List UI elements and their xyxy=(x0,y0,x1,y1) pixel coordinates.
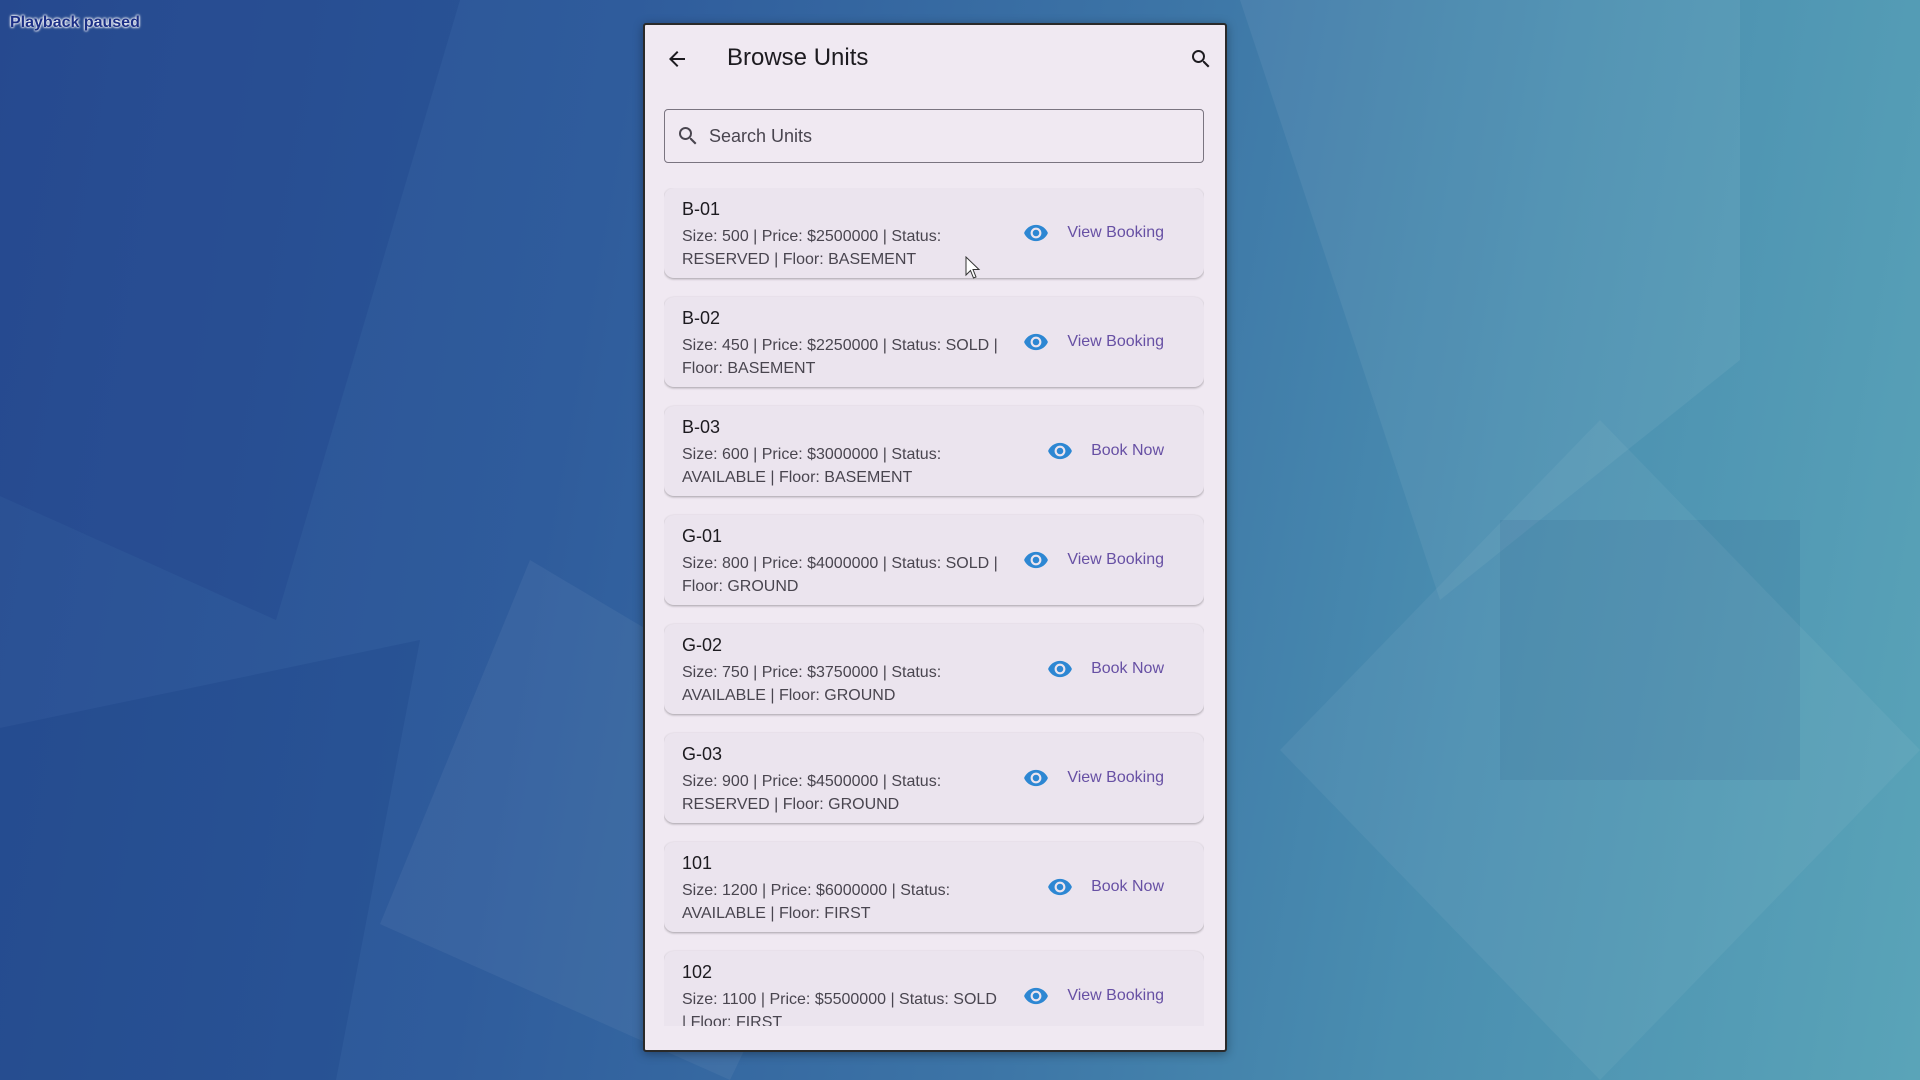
unit-details: Size: 800 | Price: $4000000 | Status: SO… xyxy=(682,555,998,595)
search-icon xyxy=(675,123,701,149)
unit-card[interactable]: B-03 Size: 600 | Price: $3000000 | Status… xyxy=(664,406,1204,496)
search-input[interactable] xyxy=(709,110,1189,162)
mouse-cursor xyxy=(965,256,981,279)
unit-card[interactable]: B-01 Size: 500 | Price: $2500000 | Status… xyxy=(664,188,1204,278)
back-button[interactable] xyxy=(657,39,697,79)
view-details-button[interactable] xyxy=(1019,216,1053,250)
view-details-button[interactable] xyxy=(1043,652,1077,686)
unit-name: G-01 xyxy=(682,526,723,546)
unit-name: B-03 xyxy=(682,417,721,437)
arrow-left-icon xyxy=(669,51,685,67)
unit-actions: Book Now xyxy=(1043,652,1164,686)
unit-name: G-02 xyxy=(682,635,723,655)
view-details-button[interactable] xyxy=(1043,434,1077,468)
eye-icon xyxy=(1048,660,1072,678)
app-window: Browse Units B-01 Size: 500 | Price: $250… xyxy=(643,23,1227,1052)
unit-actions: View Booking xyxy=(1019,543,1164,577)
eye-icon xyxy=(1024,333,1049,351)
eye-icon xyxy=(1024,551,1049,569)
unit-actions: View Booking xyxy=(1019,761,1164,795)
view-booking-button[interactable]: View Booking xyxy=(1067,769,1164,787)
book-now-button[interactable]: Book Now xyxy=(1091,878,1164,896)
unit-details: Size: 900 | Price: $4500000 | Status: RE… xyxy=(682,773,942,813)
search-icon xyxy=(1192,50,1210,68)
view-booking-button[interactable]: View Booking xyxy=(1067,987,1164,1005)
unit-card[interactable]: G-01 Size: 800 | Price: $4000000 | Status… xyxy=(664,515,1204,605)
view-details-button[interactable] xyxy=(1019,325,1053,359)
eye-icon xyxy=(1024,769,1049,787)
view-details-button[interactable] xyxy=(1019,979,1053,1013)
unit-actions: Book Now xyxy=(1043,434,1164,468)
view-details-button[interactable] xyxy=(1019,543,1053,577)
unit-card[interactable]: 102 Size: 1100 | Price: $5500000 | Status… xyxy=(664,951,1204,1026)
unit-card[interactable]: G-02 Size: 750 | Price: $3750000 | Status… xyxy=(664,624,1204,714)
unit-card[interactable]: 101 Size: 1200 | Price: $6000000 | Status… xyxy=(664,842,1204,932)
page-title: Browse Units xyxy=(727,44,869,71)
unit-name: B-02 xyxy=(682,308,721,328)
unit-details: Size: 1200 | Price: $6000000 | Status: A… xyxy=(682,882,951,922)
eye-icon xyxy=(1024,987,1049,1005)
units-list[interactable]: B-01 Size: 500 | Price: $2500000 | Status… xyxy=(664,188,1204,1026)
unit-name: 102 xyxy=(682,962,713,982)
search-button[interactable] xyxy=(1181,39,1221,79)
unit-actions: View Booking xyxy=(1019,325,1164,359)
unit-details: Size: 450 | Price: $2250000 | Status: SO… xyxy=(682,337,998,377)
view-booking-button[interactable]: View Booking xyxy=(1067,551,1164,569)
search-field[interactable] xyxy=(664,109,1204,163)
view-details-button[interactable] xyxy=(1043,870,1077,904)
eye-icon xyxy=(1048,878,1072,896)
unit-card[interactable]: B-02 Size: 450 | Price: $2250000 | Status… xyxy=(664,297,1204,387)
eye-icon xyxy=(1024,224,1049,242)
unit-actions: View Booking xyxy=(1019,979,1164,1013)
view-booking-button[interactable]: View Booking xyxy=(1067,224,1164,242)
unit-name: 101 xyxy=(682,853,713,873)
unit-name: B-01 xyxy=(682,199,721,219)
unit-details: Size: 1100 | Price: $5500000 | Status: S… xyxy=(682,991,997,1026)
unit-actions: View Booking xyxy=(1019,216,1164,250)
unit-details: Size: 750 | Price: $3750000 | Status: AV… xyxy=(682,664,942,704)
app-bar: Browse Units xyxy=(645,25,1225,93)
unit-details: Size: 500 | Price: $2500000 | Status: RE… xyxy=(682,228,942,268)
unit-actions: Book Now xyxy=(1043,870,1164,904)
book-now-button[interactable]: Book Now xyxy=(1091,442,1164,460)
view-details-button[interactable] xyxy=(1019,761,1053,795)
playback-status: Playback paused xyxy=(10,14,140,31)
unit-details: Size: 600 | Price: $3000000 | Status: AV… xyxy=(682,446,942,486)
unit-name: G-03 xyxy=(682,744,723,764)
unit-card[interactable]: G-03 Size: 900 | Price: $4500000 | Status… xyxy=(664,733,1204,823)
view-booking-button[interactable]: View Booking xyxy=(1067,333,1164,351)
book-now-button[interactable]: Book Now xyxy=(1091,660,1164,678)
eye-icon xyxy=(1048,442,1072,460)
